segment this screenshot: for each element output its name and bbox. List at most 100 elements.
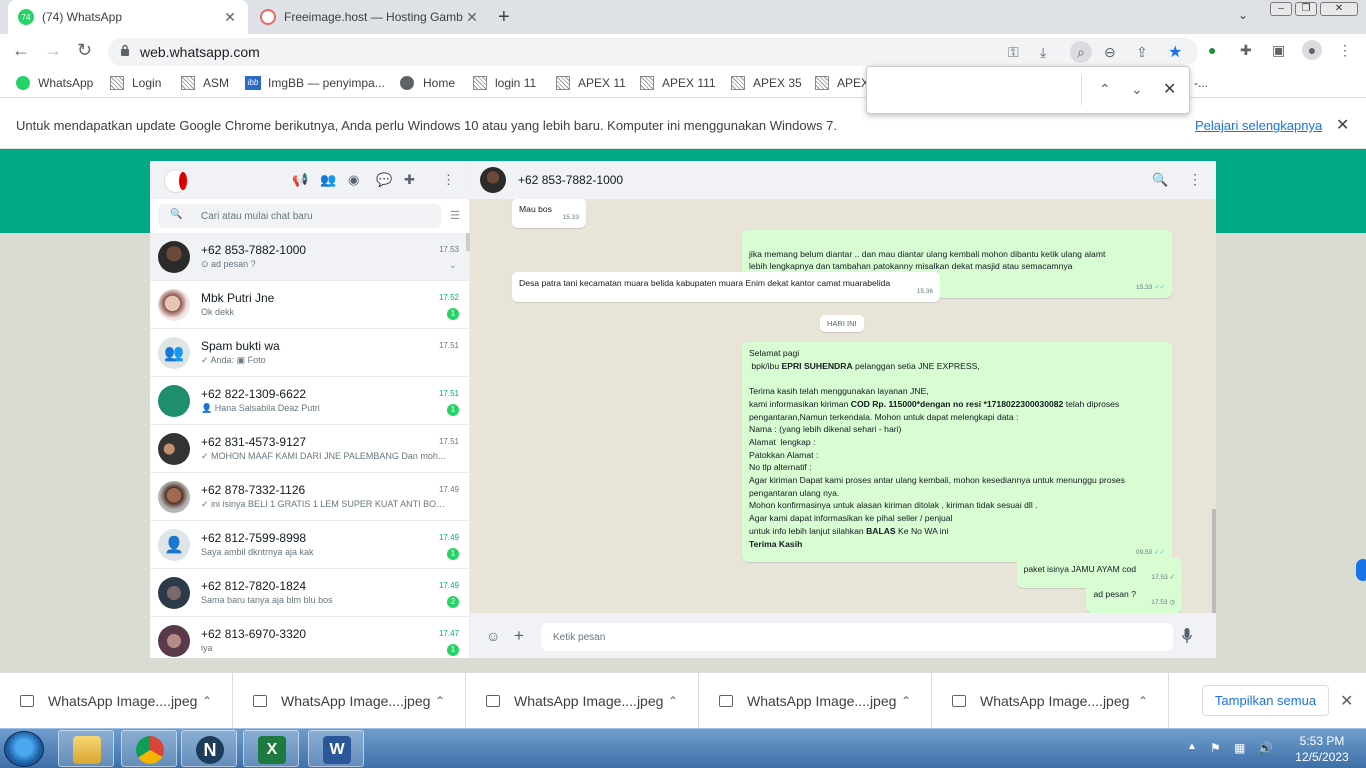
show-hidden-icons-icon[interactable]: ▲ [1187,741,1197,752]
find-next-icon[interactable]: ⌄ [1131,81,1143,98]
network-icon[interactable]: ▦ [1234,741,1245,755]
download-item[interactable]: WhatsApp Image....jpeg ⌃ [466,673,699,729]
chat-item[interactable]: +62 813-6970-3320 17.47 iya 1 [150,617,469,658]
close-downloads-icon[interactable]: ✕ [1340,691,1353,711]
start-button-icon[interactable] [4,731,44,767]
bookmark-apex[interactable]: APEX [815,76,869,90]
infobar-close-icon[interactable]: ✕ [1336,115,1349,135]
taskbar-excel[interactable]: X [243,730,299,767]
chevron-up-icon[interactable]: ⌃ [435,694,465,708]
taskbar-chrome[interactable] [121,730,177,767]
emoji-icon[interactable]: ☺ [486,628,500,644]
status-icon[interactable]: ◉ [348,172,359,188]
bookmark-whatsapp[interactable]: WhatsApp [16,76,93,90]
taskbar-word[interactable]: W [308,730,364,767]
contact-name[interactable]: +62 853-7882-1000 [518,173,623,187]
infobar-learn-more-link[interactable]: Pelajari selengkapnya [1195,118,1322,133]
extension-green-icon[interactable]: ● [1208,42,1216,58]
chrome-menu-icon[interactable]: ⋮ [1338,42,1352,59]
find-close-icon[interactable]: ✕ [1163,79,1176,99]
chat-item[interactable]: +62 822-1309-6622 17.51 👤 Hana Salsabila… [150,377,469,425]
close-window-icon[interactable]: ✕ [1320,2,1358,16]
bookmark-login-11[interactable]: login 11 [473,76,536,90]
taskbar-clock[interactable]: 5:53 PM 12/5/2023 [1282,733,1362,765]
tab-search-icon[interactable]: ⌄ [1238,8,1248,22]
bookmark-home[interactable]: Home [400,76,455,90]
taskbar-explorer[interactable] [58,730,114,767]
zoom-icon[interactable]: ⊖ [1104,44,1116,61]
volume-icon[interactable]: 🔊 [1258,741,1273,755]
minimize-window-icon[interactable]: – [1270,2,1292,16]
chat-item[interactable]: Mbk Putri Jne 17.52 Ok dekk 1 [150,281,469,329]
message-bubble[interactable]: Mau bos 15.33 [512,199,586,228]
password-key-icon[interactable]: ⚿ [1008,44,1019,61]
download-item[interactable]: WhatsApp Image....jpeg ⌃ [0,673,233,729]
chat-time: 17.49 [438,581,459,590]
bookmark-apex-11[interactable]: APEX 11 [556,76,626,90]
tab-freeimage[interactable]: Freeimage.host — Hosting Gamb ✕ [250,0,490,34]
chevron-up-icon[interactable]: ⌃ [668,694,698,708]
taskbar-n-app[interactable]: N [181,730,237,767]
default-avatar-icon: 👤 [158,529,190,561]
reload-icon[interactable]: ↻ [77,40,92,61]
bookmark-star-icon[interactable]: ★ [1168,42,1182,62]
bookmark-apex-111[interactable]: APEX 111 [640,76,716,90]
menu-icon[interactable]: ⋮ [442,172,455,188]
new-chat-icon[interactable]: ✚ [404,172,415,188]
conversation-header[interactable]: +62 853-7882-1000 🔍 ⋮ [470,161,1216,199]
chat-item[interactable]: 👥 Spam bukti wa 17.51 ✓ Anda: ▣ Foto [150,329,469,377]
chevron-up-icon[interactable]: ⌃ [202,694,232,708]
address-bar[interactable]: web.whatsapp.com ⚿ ⤓ ⌕ ⊖ ⇪ ★ [108,38,1198,66]
jne-message-bubble[interactable]: Selamat pagi bpk/ibu EPRI SUHENDRA pelan… [742,342,1172,563]
message-bubble[interactable]: Desa patra tani kecamatan muara belida k… [512,272,940,302]
groups-icon[interactable]: 👥 [320,172,336,188]
close-tab-icon[interactable]: ✕ [222,9,238,26]
search-input[interactable]: Cari atau mulai chat baru [158,204,441,228]
bookmark-imgbb[interactable]: ibb ImgBB — penyimpa... [245,76,385,90]
download-item[interactable]: WhatsApp Image....jpeg ⌃ [699,673,932,729]
tab-whatsapp[interactable]: 74 (74) WhatsApp ✕ [8,0,248,34]
chat-item[interactable]: +62 853-7882-1000 17.53 ⊙ ad pesan ? ⌄ [150,233,469,281]
edge-extension-tab[interactable] [1356,559,1366,581]
close-tab-icon[interactable]: ✕ [464,9,480,26]
chat-item[interactable]: +62 812-7820-1824 17.49 Sama baru tanya … [150,569,469,617]
filter-icon[interactable]: ☰ [450,209,460,222]
microphone-icon[interactable] [1182,628,1192,644]
restore-window-icon[interactable]: ❐ [1295,2,1317,16]
find-input[interactable] [875,75,1075,105]
chat-item[interactable]: +62 831-4573-9127 17.51 ✓ MOHON MAAF KAM… [150,425,469,473]
forward-icon[interactable]: → [44,40,62,61]
search-icon[interactable]: 🔍 [1152,172,1168,188]
download-item[interactable]: WhatsApp Image....jpeg ⌃ [932,673,1169,729]
communities-icon[interactable]: 📢 [292,172,308,188]
share-icon[interactable]: ⇪ [1136,44,1148,61]
show-all-downloads-button[interactable]: Tampilkan semua [1202,685,1329,716]
chat-item[interactable]: 👤 +62 812-7599-8998 17.49 Saya ambil dkn… [150,521,469,569]
extensions-puzzle-icon[interactable]: ✚ [1240,42,1252,59]
menu-icon[interactable]: ⋮ [1188,171,1202,188]
message-bubble[interactable]: ad pesan ? 17.53 ◷ [1086,583,1182,613]
bookmark-apex-35[interactable]: APEX 35 [731,76,802,90]
new-tab-icon[interactable]: + [498,6,510,29]
chevron-down-icon[interactable]: ⌄ [449,260,457,271]
channels-icon[interactable]: 💬 [376,172,392,188]
avatar[interactable] [480,167,506,193]
my-avatar[interactable] [164,169,188,193]
download-item[interactable]: WhatsApp Image....jpeg ⌃ [233,673,466,729]
profile-avatar-icon[interactable]: ● [1302,40,1322,60]
attach-plus-icon[interactable]: + [514,626,524,646]
conversation-scrollbar[interactable] [1212,509,1216,613]
chat-item[interactable]: +62 878-7332-1126 17.49 ✓ ini isinya BEL… [150,473,469,521]
install-app-icon[interactable]: ⤓ [1040,44,1046,61]
bookmark-login[interactable]: Login [110,76,161,90]
bookmark-asm[interactable]: ASM [181,76,229,90]
side-panel-icon[interactable]: ▣ [1272,42,1285,59]
back-icon[interactable]: ← [12,40,30,61]
find-in-page-icon[interactable]: ⌕ [1070,41,1092,63]
find-previous-icon[interactable]: ⌃ [1099,81,1111,98]
action-center-flag-icon[interactable]: ⚑ [1210,741,1221,755]
chevron-up-icon[interactable]: ⌃ [1138,694,1168,708]
message-input[interactable]: Ketik pesan [541,623,1173,651]
chevron-up-icon[interactable]: ⌃ [901,694,931,708]
bookmark-overflow[interactable]: -... [1194,76,1208,90]
